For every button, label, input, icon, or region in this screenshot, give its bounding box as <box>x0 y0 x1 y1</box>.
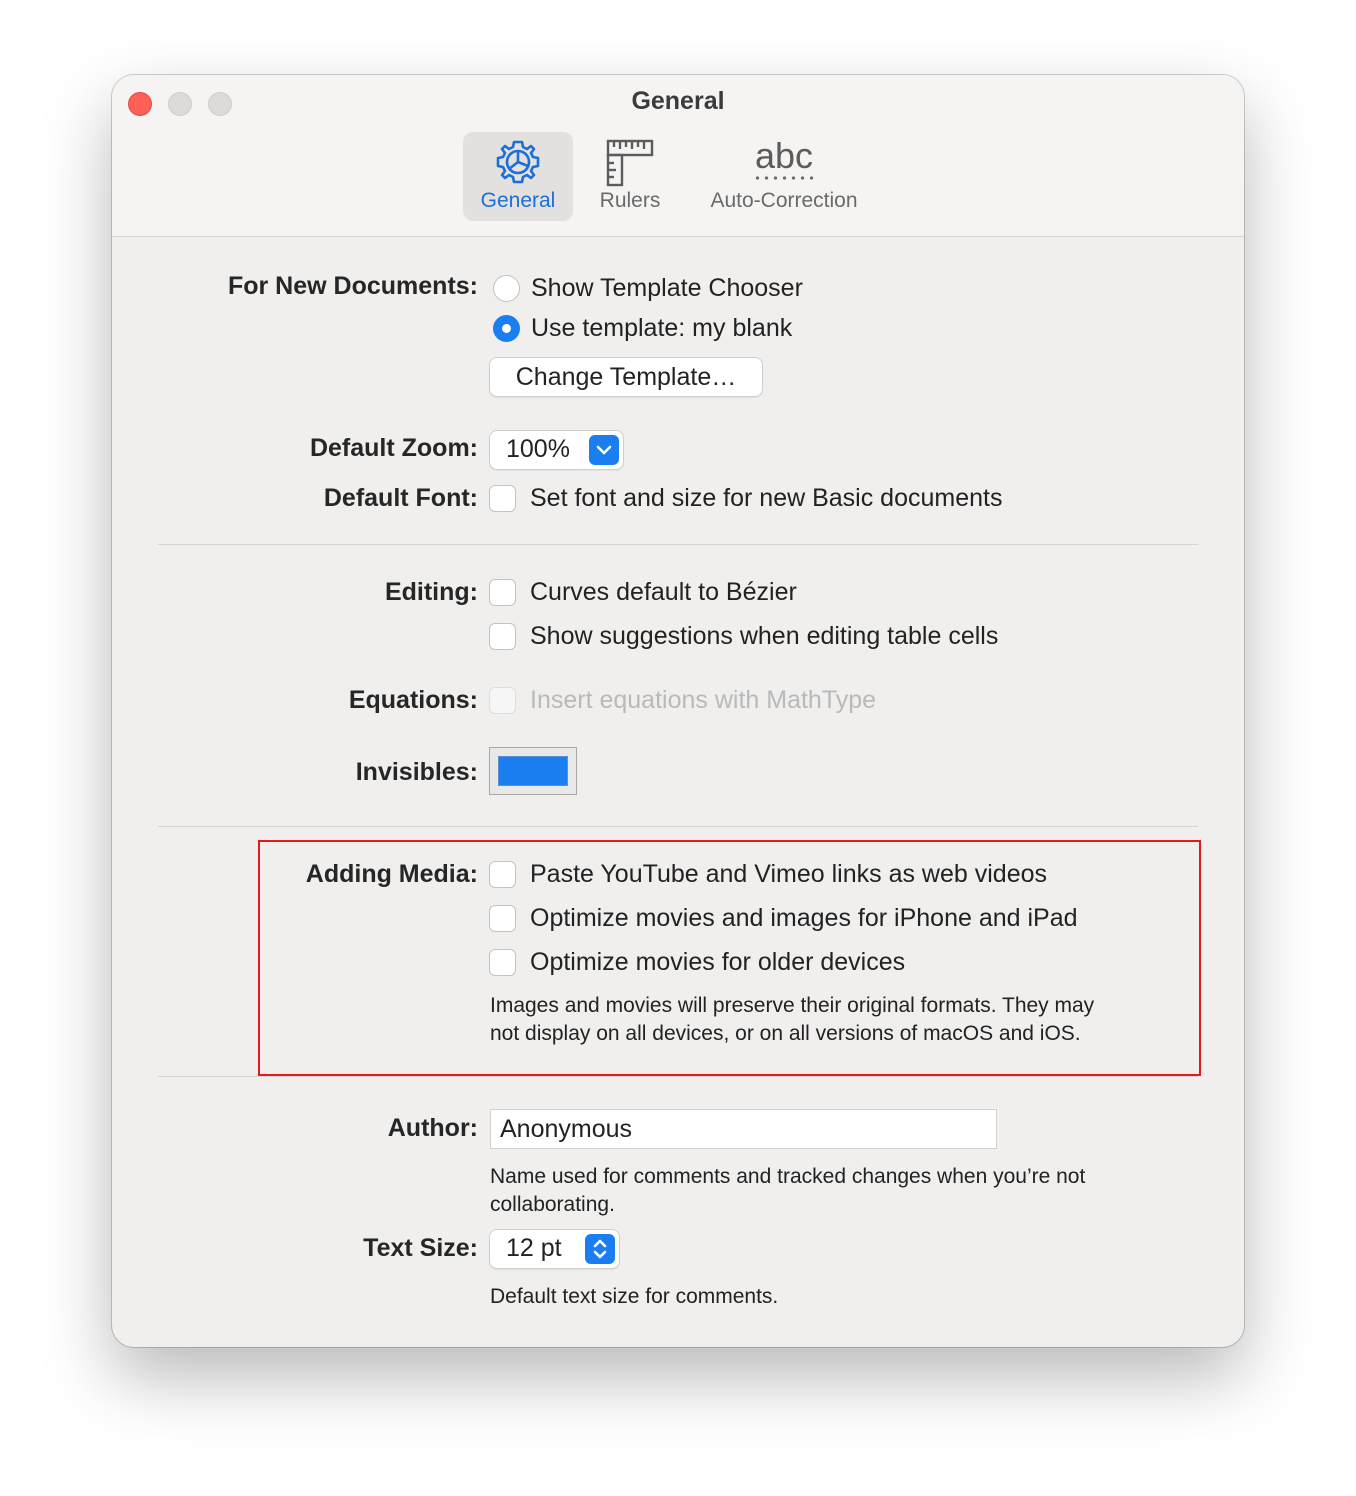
author-field[interactable]: Anonymous <box>490 1109 997 1149</box>
zoom-value: 100% <box>506 435 570 463</box>
window-title: General <box>631 87 725 115</box>
tab-general-label: General <box>480 189 556 212</box>
checkbox[interactable] <box>489 861 516 888</box>
default-zoom-label: Default Zoom: <box>309 434 478 462</box>
equations-label: Equations: <box>348 686 478 714</box>
text-size-label: Text Size: <box>363 1234 478 1262</box>
adding-media-note: Images and movies will preserve their or… <box>490 994 1095 1045</box>
color-swatch <box>498 756 568 786</box>
invisibles-color-well[interactable] <box>489 747 577 795</box>
change-template-button[interactable]: Change Template… <box>489 357 763 397</box>
author-label: Author: <box>387 1114 478 1142</box>
tab-rulers[interactable]: Rulers <box>582 132 678 221</box>
radio-button[interactable] <box>493 275 520 302</box>
checkbox[interactable] <box>489 949 516 976</box>
tab-auto-correction-label: Auto-Correction <box>710 189 858 212</box>
ruler-icon <box>604 138 656 193</box>
checkbox[interactable] <box>489 623 516 650</box>
new-documents-label: For New Documents: <box>227 272 478 300</box>
adding-media-label: Adding Media: <box>305 860 478 888</box>
editing-label: Editing: <box>384 578 478 606</box>
tab-auto-correction[interactable]: abc Auto-Correction <box>694 132 874 221</box>
gear-icon <box>494 138 542 191</box>
radio-button-selected[interactable] <box>493 315 520 342</box>
text-size-value: 12 pt <box>506 1234 562 1262</box>
default-zoom-popup[interactable]: 100% <box>489 430 624 470</box>
tab-general[interactable]: General <box>463 132 573 221</box>
stepper-arrows-icon <box>585 1234 615 1264</box>
default-font-label: Default Font: <box>323 484 478 512</box>
text-size-popup[interactable]: 12 pt <box>489 1229 620 1269</box>
checkbox[interactable] <box>489 485 516 512</box>
invisibles-label: Invisibles: <box>355 758 478 786</box>
abc-dots <box>753 176 815 180</box>
divider <box>158 1076 1198 1077</box>
checkbox[interactable] <box>489 579 516 606</box>
preferences-content: For New Documents: Show Template Chooser… <box>112 237 1244 1347</box>
titlebar: General General Rulers abc Auto-Correcti… <box>112 75 1244 237</box>
checkbox[interactable] <box>489 905 516 932</box>
author-note: Name used for comments and tracked chang… <box>490 1165 1086 1216</box>
chevron-down-icon <box>589 435 619 465</box>
divider <box>158 826 1198 827</box>
tab-rulers-label: Rulers <box>599 189 661 212</box>
divider <box>158 544 1198 545</box>
abc-icon: abc <box>754 135 814 176</box>
checkbox-disabled <box>489 687 516 714</box>
preferences-window: General General Rulers abc Auto-Correcti… <box>112 75 1244 1347</box>
text-size-note: Default text size for comments. <box>490 1285 779 1308</box>
